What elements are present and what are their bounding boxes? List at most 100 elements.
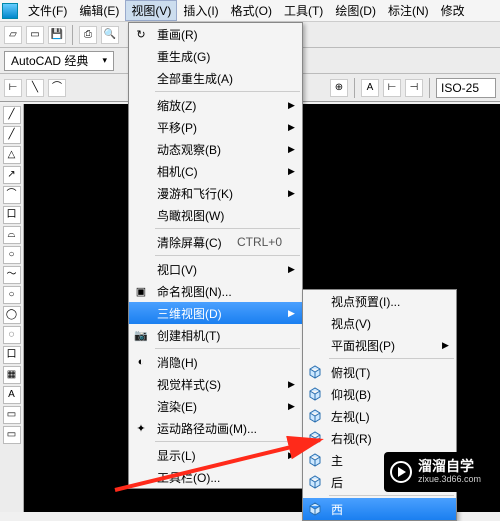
menu-view[interactable]: 视图(V) bbox=[125, 0, 177, 21]
menu-item[interactable]: 重生成(G) bbox=[129, 45, 302, 67]
menu-item[interactable]: 工具栏(O)... bbox=[129, 466, 302, 488]
menu-item[interactable]: 全部重生成(A) bbox=[129, 67, 302, 89]
tool-icon[interactable]: ⊕ bbox=[330, 79, 348, 97]
menu-item[interactable]: 平移(P)▶ bbox=[129, 116, 302, 138]
watermark: 溜溜自学 zixue.3d66.com bbox=[384, 452, 500, 492]
submenu-item[interactable]: 左视(L) bbox=[303, 405, 456, 427]
menu-item[interactable]: 鸟瞰视图(W) bbox=[129, 204, 302, 226]
dim-icon[interactable]: ⊢ bbox=[383, 79, 401, 97]
line-icon[interactable]: ╱ bbox=[3, 106, 21, 124]
menu-modify[interactable]: 修改 bbox=[435, 0, 471, 21]
menu-shortcut: CTRL+0 bbox=[237, 235, 288, 249]
menu-item[interactable]: 漫游和飞行(K)▶ bbox=[129, 182, 302, 204]
menu-dimension[interactable]: 标注(N) bbox=[382, 0, 435, 21]
preview-icon[interactable]: 🔍 bbox=[101, 26, 119, 44]
menu-icon: ▣ bbox=[129, 282, 153, 300]
dim-arc-icon[interactable]: ⌒ bbox=[48, 79, 66, 97]
menu-item[interactable]: ✦运动路径动画(M)... bbox=[129, 417, 302, 439]
save-icon[interactable]: 💾 bbox=[48, 26, 66, 44]
menu-icon bbox=[129, 233, 153, 251]
dim-linear-icon[interactable]: ⊢ bbox=[4, 79, 22, 97]
separator bbox=[354, 78, 355, 98]
block-icon[interactable]: 口 bbox=[3, 346, 21, 364]
submenu-item[interactable]: 西 bbox=[303, 498, 456, 520]
donut-icon[interactable]: ◌ bbox=[3, 326, 21, 344]
pline-icon[interactable]: △ bbox=[3, 146, 21, 164]
menu-item[interactable]: 📷创建相机(T) bbox=[129, 324, 302, 346]
submenu-item[interactable]: 仰视(B) bbox=[303, 383, 456, 405]
workspace-selector[interactable]: AutoCAD 经典 ▾ bbox=[4, 51, 114, 71]
submenu-arrow-icon: ▶ bbox=[288, 122, 298, 133]
submenu-item[interactable]: 右视(R) bbox=[303, 427, 456, 449]
dim-style-selector[interactable]: ISO-25 bbox=[436, 78, 496, 98]
submenu-arrow-icon: ▶ bbox=[288, 379, 298, 390]
print-icon[interactable]: ⎙ bbox=[79, 26, 97, 44]
submenu-item[interactable]: 俯视(T) bbox=[303, 361, 456, 383]
menu-item[interactable]: 缩放(Z)▶ bbox=[129, 94, 302, 116]
draw-toolbar: ╱ ╱ △ ↗ ⌒ 口 ⌓ ○ ～ ○ ◯ ◌ 口 ▦ A ▭ ▭ bbox=[0, 104, 24, 512]
hatch-icon[interactable]: ▦ bbox=[3, 366, 21, 384]
menu-label: 漫游和飞行(K) bbox=[153, 185, 288, 202]
cube-view-icon bbox=[303, 429, 327, 447]
menu-icon bbox=[129, 304, 153, 322]
menu-item[interactable]: 动态观察(B)▶ bbox=[129, 138, 302, 160]
open-icon[interactable]: ▭ bbox=[26, 26, 44, 44]
menu-format[interactable]: 格式(O) bbox=[225, 0, 278, 21]
arc2-icon[interactable]: ⌓ bbox=[3, 226, 21, 244]
menu-label: 视觉样式(S) bbox=[153, 376, 288, 393]
menu-item[interactable]: ◐消隐(H) bbox=[129, 351, 302, 373]
ellipse2-icon[interactable]: ◯ bbox=[3, 306, 21, 324]
submenu-label: 视点(V) bbox=[327, 315, 442, 332]
menu-icon bbox=[129, 446, 153, 464]
submenu-label: 左视(L) bbox=[327, 408, 442, 425]
submenu-label: 俯视(T) bbox=[327, 364, 442, 381]
submenu-item[interactable]: 视点预置(I)... bbox=[303, 290, 456, 312]
menu-item[interactable]: 显示(L)▶ bbox=[129, 444, 302, 466]
ellipse-icon[interactable]: ○ bbox=[3, 286, 21, 304]
menu-icon bbox=[129, 468, 153, 486]
menu-label: 工具栏(O)... bbox=[153, 469, 288, 486]
menu-edit[interactable]: 编辑(E) bbox=[73, 0, 125, 21]
new-icon[interactable]: ▱ bbox=[4, 26, 22, 44]
xline-icon[interactable]: ╱ bbox=[3, 126, 21, 144]
menu-file[interactable]: 文件(F) bbox=[22, 0, 73, 21]
menu-item[interactable]: 相机(C)▶ bbox=[129, 160, 302, 182]
menu-item[interactable]: 视口(V)▶ bbox=[129, 258, 302, 280]
menu-draw[interactable]: 绘图(D) bbox=[329, 0, 382, 21]
menu-label: 视口(V) bbox=[153, 261, 288, 278]
menu-label: 平移(P) bbox=[153, 119, 288, 136]
submenu-label: 西 bbox=[327, 501, 442, 518]
circle-icon[interactable]: ○ bbox=[3, 246, 21, 264]
cube-view-icon bbox=[303, 500, 327, 518]
watermark-title: 溜溜自学 bbox=[418, 459, 481, 474]
menu-item[interactable]: 渲染(E)▶ bbox=[129, 395, 302, 417]
submenu-label: 平面视图(P) bbox=[327, 337, 442, 354]
submenu-label: 视点预置(I)... bbox=[327, 293, 442, 310]
arc-icon[interactable]: ⌒ bbox=[3, 186, 21, 204]
menu-item[interactable]: ↻重画(R) bbox=[129, 23, 302, 45]
submenu-arrow-icon: ▶ bbox=[288, 264, 298, 275]
table-icon[interactable]: ▭ bbox=[3, 426, 21, 444]
text-icon[interactable]: A bbox=[3, 386, 21, 404]
menu-icon bbox=[129, 140, 153, 158]
submenu-item[interactable]: 平面视图(P)▶ bbox=[303, 334, 456, 356]
cube-view-icon bbox=[303, 407, 327, 425]
region-icon[interactable]: ▭ bbox=[3, 406, 21, 424]
dim2-icon[interactable]: ⊣ bbox=[405, 79, 423, 97]
menu-item[interactable]: ▣命名视图(N)... bbox=[129, 280, 302, 302]
dim-aligned-icon[interactable]: ╲ bbox=[26, 79, 44, 97]
menu-label: 消隐(H) bbox=[153, 354, 288, 371]
menu-insert[interactable]: 插入(I) bbox=[177, 0, 224, 21]
menu-label: 全部重生成(A) bbox=[153, 70, 288, 87]
polygon-icon[interactable]: ↗ bbox=[3, 166, 21, 184]
menu-icon bbox=[129, 118, 153, 136]
app-logo-icon bbox=[2, 3, 18, 19]
menu-item[interactable]: 清除屏幕(C)CTRL+0 bbox=[129, 231, 302, 253]
text-a-icon[interactable]: A bbox=[361, 79, 379, 97]
rect-icon[interactable]: 口 bbox=[3, 206, 21, 224]
menu-tools[interactable]: 工具(T) bbox=[278, 0, 329, 21]
menu-item[interactable]: 三维视图(D)▶ bbox=[129, 302, 302, 324]
spline-icon[interactable]: ～ bbox=[3, 266, 21, 284]
submenu-item[interactable]: 视点(V) bbox=[303, 312, 456, 334]
menu-item[interactable]: 视觉样式(S)▶ bbox=[129, 373, 302, 395]
